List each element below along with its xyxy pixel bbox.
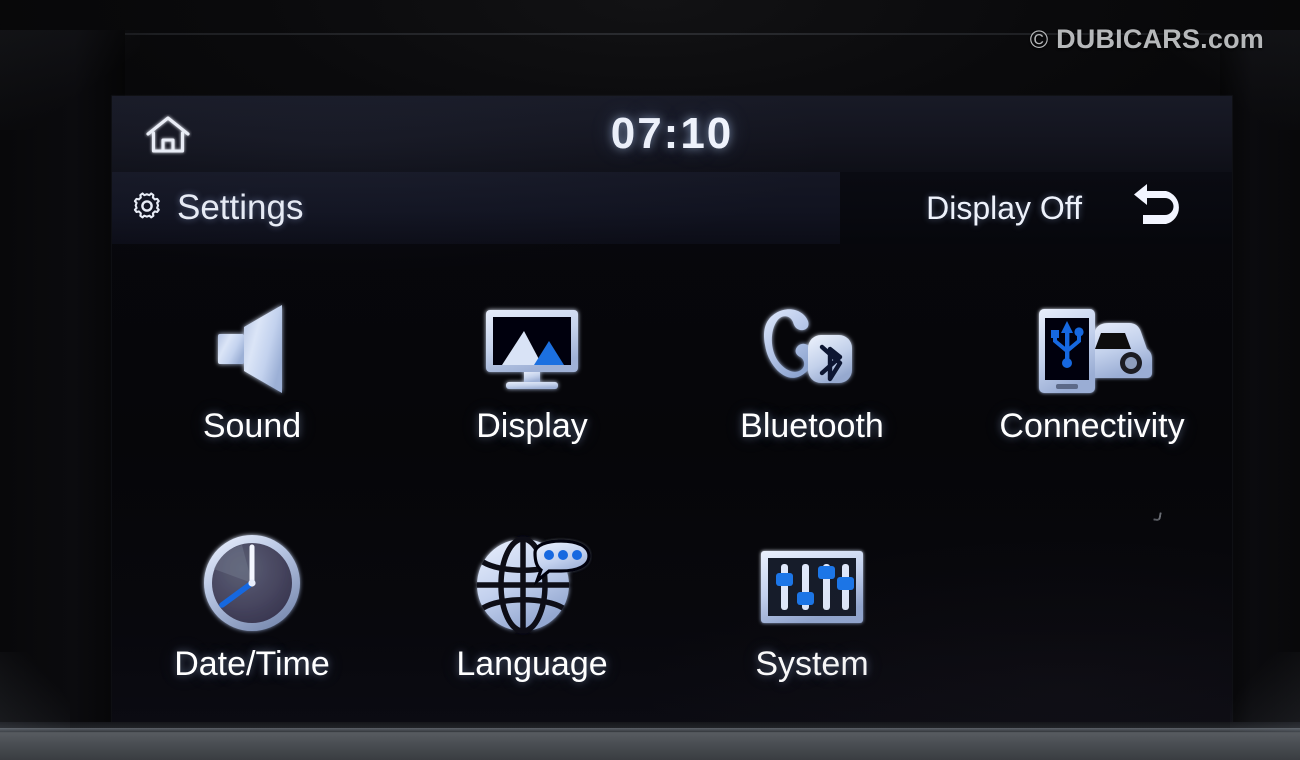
menu-item-display[interactable]: Display <box>392 248 672 486</box>
bezel-bottom-strip <box>0 728 1300 760</box>
settings-menu-grid: Sound Display Bluetooth Connectivity Dat… <box>112 248 1232 724</box>
globe-speech-bubble-icon <box>462 527 602 639</box>
menu-item-label: Sound <box>202 406 302 445</box>
page-title: Settings <box>130 172 303 244</box>
menu-item-label: Display <box>476 406 588 445</box>
menu-item-connectivity[interactable]: Connectivity <box>952 248 1232 486</box>
back-arrow-icon <box>1131 183 1189 234</box>
menu-item-date-time[interactable]: Date/Time <box>112 486 392 724</box>
bezel-corner-right <box>1230 652 1300 732</box>
clock-display: 07:10 <box>610 109 734 158</box>
analog-clock-icon <box>182 527 322 639</box>
watermark: © DUBICARS.com <box>1030 24 1264 55</box>
menu-item-sound[interactable]: Sound <box>112 248 392 486</box>
monitor-picture-icon <box>462 289 602 401</box>
watermark-text: DUBICARS.com <box>1056 24 1264 54</box>
page-title-label: Settings <box>177 188 304 227</box>
sliders-panel-icon <box>742 527 882 639</box>
menu-item-label: Date/Time <box>174 644 330 683</box>
menu-item-system[interactable]: System <box>672 486 952 724</box>
speaker-icon <box>182 289 322 401</box>
menu-item-label: Connectivity <box>999 406 1185 445</box>
dashboard-bezel: © DUBICARS.com 07:10 Settings Display Of… <box>0 0 1300 760</box>
title-bar: Settings Display Off <box>112 172 1232 244</box>
display-off-button[interactable]: Display Off <box>912 172 1096 244</box>
bezel-hood-left <box>0 30 125 730</box>
menu-item-label: System <box>755 644 869 683</box>
menu-item-label: Bluetooth <box>740 406 884 445</box>
phone-usb-car-icon <box>1022 289 1162 401</box>
bezel-corner-left <box>0 652 70 732</box>
back-button[interactable] <box>1114 172 1206 244</box>
menu-item-bluetooth[interactable]: Bluetooth <box>672 248 952 486</box>
menu-item-label: Language <box>456 644 608 683</box>
status-bar: 07:10 <box>112 96 1232 172</box>
watermark-copyright-symbol: © <box>1029 26 1049 54</box>
phone-bluetooth-icon <box>742 289 882 401</box>
bezel-hood-right <box>1220 30 1300 730</box>
menu-item-language[interactable]: Language <box>392 486 672 724</box>
display-off-label: Display Off <box>926 189 1082 226</box>
infotainment-screen: 07:10 Settings Display Off Sound Display… <box>112 96 1232 724</box>
gear-icon <box>130 189 164 228</box>
